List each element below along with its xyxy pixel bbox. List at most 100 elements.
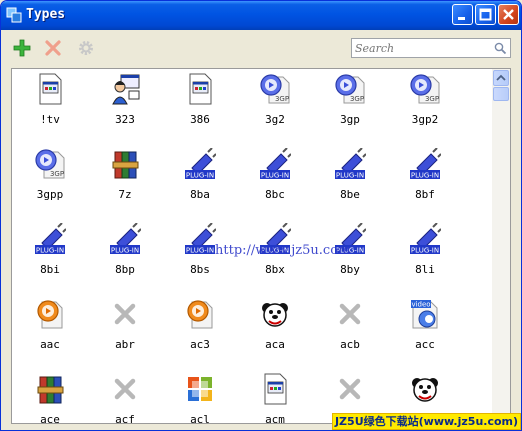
type-item-acf[interactable]: acf [87,373,163,424]
3gp-media-icon: 3GP [410,74,440,104]
type-item-label: 7z [118,188,132,201]
type-item-tv[interactable]: !tv [12,73,88,139]
remove-icon[interactable] [44,39,62,57]
plugin-icon: PLUG-IN [185,223,216,255]
type-item-label: acl [190,413,210,424]
type-item-323[interactable]: 323 [87,73,163,139]
3gp-media-icon: 3GP [35,149,65,179]
search-box[interactable] [351,38,511,58]
office-logo-icon [188,377,212,401]
type-item-label: 323 [115,113,135,126]
3gp-media-icon: 3GP [335,74,365,104]
type-item-label: 8bi [40,263,60,276]
svg-text:3GP: 3GP [350,95,364,103]
video-doc-icon: video [411,300,438,329]
type-item-abr[interactable]: abr [87,298,163,364]
maximize-icon [479,8,492,21]
watermark-text: http://www.jz5u.com [215,243,351,258]
svg-text:3GP: 3GP [425,95,439,103]
window-app-icon [6,7,22,23]
svg-text:3GP: 3GP [275,95,289,103]
type-item-label: 8be [340,188,360,201]
plugin-icon: PLUG-IN [185,148,216,180]
type-item-3gpp[interactable]: 3GP 3gpp [12,148,88,214]
type-item-7z[interactable]: 7z [87,148,163,214]
svg-text:PLUG-IN: PLUG-IN [411,247,439,255]
search-icon[interactable] [494,42,507,55]
type-item-8ba[interactable]: PLUG-IN 8ba [162,148,238,214]
grey-x-icon [339,378,361,400]
minimize-button[interactable] [452,4,473,25]
type-item-acb[interactable]: acb [312,298,388,364]
type-item-3gp[interactable]: 3GP 3gp [312,73,388,139]
type-item-label: acb [340,338,360,351]
svg-text:3GP: 3GP [50,170,64,178]
type-item-8li[interactable]: PLUG-IN 8li [387,223,463,289]
type-item-386[interactable]: 386 [162,73,238,139]
grey-x-icon [114,378,136,400]
type-item-label: 3gp [340,113,360,126]
cartoon-dog-icon [262,303,288,327]
type-item-3gp2[interactable]: 3GP 3gp2 [387,73,463,139]
types-window: Types !tv 323 386 3GP 3g2 3GP 3gp 3GP 3gp2 3GP [0,0,522,431]
type-item-label: 3gp2 [411,113,439,126]
media-orange-icon [187,300,213,329]
type-item-label: 8bc [265,188,285,201]
type-item-label: ace [40,413,60,424]
type-item-label: 386 [190,113,210,126]
type-item-acc[interactable]: video acc [387,298,463,364]
type-item-label: 8by [340,263,360,276]
type-item-8bc[interactable]: PLUG-IN 8bc [237,148,313,214]
plugin-icon: PLUG-IN [335,148,366,180]
type-item-label: acc [415,338,435,351]
type-item-label: acf [115,413,135,424]
chevron-up-icon [496,74,506,81]
maximize-button[interactable] [475,4,496,25]
close-button[interactable] [498,4,519,25]
type-item-label: 8bs [190,263,210,276]
type-item-aca[interactable]: aca [237,298,313,364]
archive-books-icon [37,376,64,404]
grey-x-icon [114,303,136,325]
3gp-media-icon: 3GP [260,74,290,104]
type-item-8bf[interactable]: PLUG-IN 8bf [387,148,463,214]
add-icon[interactable] [13,39,31,57]
search-input[interactable] [355,41,491,56]
window-doc-icon [264,373,287,405]
cartoon-dog-icon [412,378,438,402]
plugin-icon: PLUG-IN [110,223,141,255]
svg-text:PLUG-IN: PLUG-IN [111,247,139,255]
type-item-label: 8bf [415,188,435,201]
type-item-8bi[interactable]: PLUG-IN 8bi [12,223,88,289]
settings-gear-icon[interactable] [77,39,95,57]
type-item-acm[interactable]: acm [237,373,313,424]
window-title: Types [26,7,66,22]
type-item-8bp[interactable]: PLUG-IN 8bp [87,223,163,289]
type-item-ac3[interactable]: ac3 [162,298,238,364]
type-item-label: ac3 [190,338,210,351]
site-badge: JZ5U绿色下载站(www.jz5u.com) [332,413,521,430]
grey-x-icon [339,303,361,325]
type-item-label: 8ba [190,188,210,201]
plugin-icon: PLUG-IN [260,148,291,180]
type-item-label: 3g2 [265,113,285,126]
type-item-label: 8bx [265,263,285,276]
window-doc-icon [39,73,62,105]
type-item-8be[interactable]: PLUG-IN 8be [312,148,388,214]
close-icon [503,9,514,20]
archive-books-icon [112,151,139,179]
type-item-ace[interactable]: ace [12,373,88,424]
scroll-thumb[interactable] [493,87,509,101]
type-item-acl[interactable]: acl [162,373,238,424]
svg-text:PLUG-IN: PLUG-IN [336,172,364,180]
scroll-up-button[interactable] [493,70,509,86]
type-item-3g2[interactable]: 3GP 3g2 [237,73,313,139]
window-doc-icon [189,73,212,105]
type-item-label: acm [265,413,285,424]
title-bar[interactable]: Types [1,1,521,30]
vertical-scrollbar[interactable] [492,69,510,423]
svg-text:video: video [411,301,430,309]
type-item-aac[interactable]: aac [12,298,88,364]
type-item-label: aac [40,338,60,351]
person-screen-icon [112,74,140,105]
